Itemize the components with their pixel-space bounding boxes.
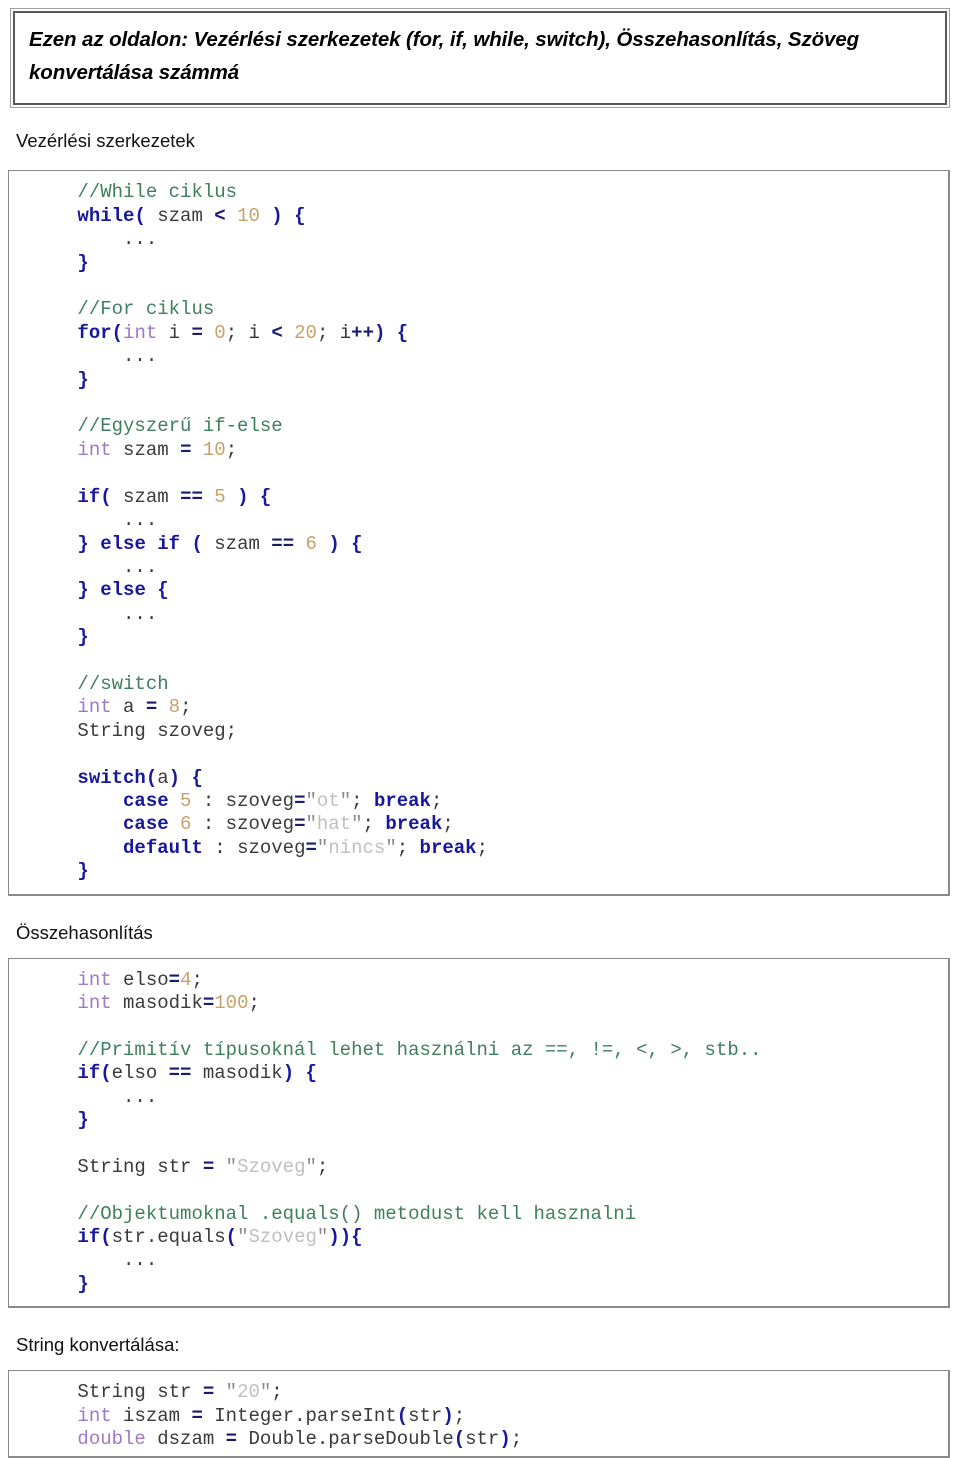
code-block-control-structures: //While ciklus while( szam < 10 ) { ... … <box>8 170 950 896</box>
section-heading-comparison: Összehasonlítás <box>16 921 153 943</box>
header-callout-inner: Ezen az oldalon: Vezérlési szerkezetek (… <box>13 11 947 106</box>
code-content-comparison: int elso=4; int masodik=100; //Primitív … <box>77 968 762 1295</box>
code-block-comparison: int elso=4; int masodik=100; //Primitív … <box>8 957 950 1309</box>
section-heading-string-conversion: String konvertálása: <box>16 1334 180 1356</box>
page-summary-text: Ezen az oldalon: Vezérlési szerkezetek (… <box>29 28 860 85</box>
code-content-string-conversion: String str = "20"; int iszam = Integer.p… <box>77 1381 523 1451</box>
header-callout-box: Ezen az oldalon: Vezérlési szerkezetek (… <box>10 8 950 109</box>
section-heading-control-structures: Vezérlési szerkezetek <box>16 130 195 152</box>
code-content-control-structures: //While ciklus while( szam < 10 ) { ... … <box>77 181 488 883</box>
code-block-string-conversion: String str = "20"; int iszam = Integer.p… <box>8 1370 950 1458</box>
document-page: Ezen az oldalon: Vezérlési szerkezetek (… <box>0 8 960 1458</box>
